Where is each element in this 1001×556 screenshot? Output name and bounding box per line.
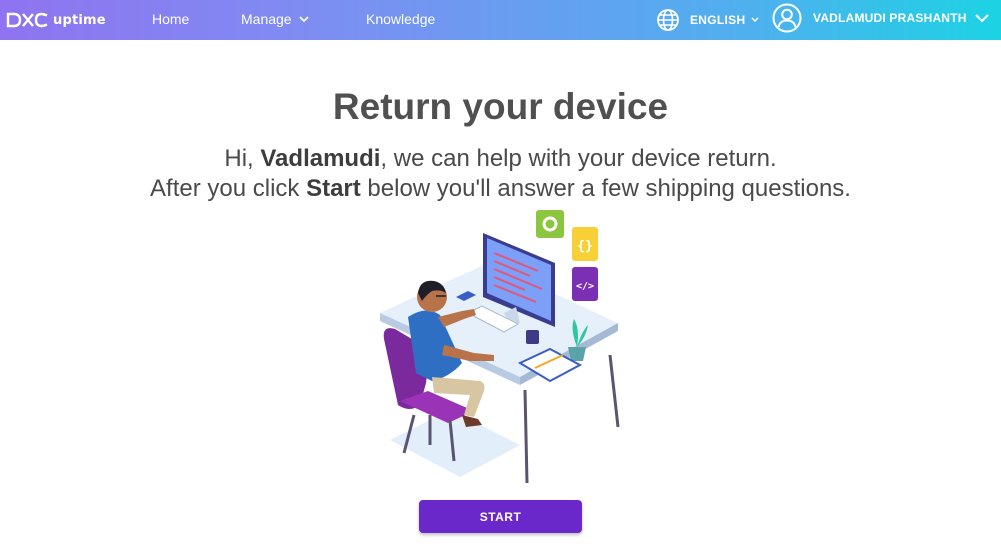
chevron-down-icon <box>298 15 309 22</box>
nav-manage[interactable]: Manage <box>241 11 309 27</box>
chevron-down-icon <box>974 13 989 22</box>
svg-text:</>: </> <box>576 281 594 292</box>
dxc-logo-icon <box>6 12 48 28</box>
instruction-suffix: below you'll answer a few shipping quest… <box>360 175 851 202</box>
user-circle-icon <box>772 3 802 33</box>
instruction-start-word: Start <box>306 175 361 202</box>
brand-logo[interactable]: uptime <box>6 10 106 30</box>
greeting-suffix: , we can help with your device return. <box>380 145 777 172</box>
instruction-text: After you click Start below you'll answe… <box>0 175 1001 203</box>
user-name: VADLAMUDI PRASHANTH <box>813 11 967 25</box>
language-label: ENGLISH <box>690 13 746 27</box>
start-button[interactable]: START <box>419 500 582 533</box>
user-first-name: Vadlamudi <box>260 145 381 172</box>
person-working-at-desk-illustration: {} </> <box>380 210 620 484</box>
user-menu[interactable]: VADLAMUDI PRASHANTH <box>772 3 989 33</box>
nav-knowledge[interactable]: Knowledge <box>366 11 435 27</box>
instruction-prefix: After you click <box>150 175 307 202</box>
greeting-prefix: Hi, <box>224 145 261 172</box>
greeting-text: Hi, Vadlamudi, we can help with your dev… <box>0 145 1001 173</box>
chevron-down-icon <box>751 17 759 23</box>
nav-home[interactable]: Home <box>152 11 189 27</box>
svg-text:{}: {} <box>577 239 593 254</box>
nav-manage-label: Manage <box>241 11 292 27</box>
globe-icon <box>657 9 679 31</box>
language-selector[interactable]: ENGLISH <box>656 7 759 33</box>
nav-home-label: Home <box>152 11 190 27</box>
brand-text: uptime <box>53 12 106 28</box>
top-navigation-bar: uptime Home Manage Knowledge ENGLISH VAD… <box>0 0 1001 40</box>
page-title: Return your device <box>332 86 669 127</box>
nav-knowledge-label: Knowledge <box>366 11 436 27</box>
